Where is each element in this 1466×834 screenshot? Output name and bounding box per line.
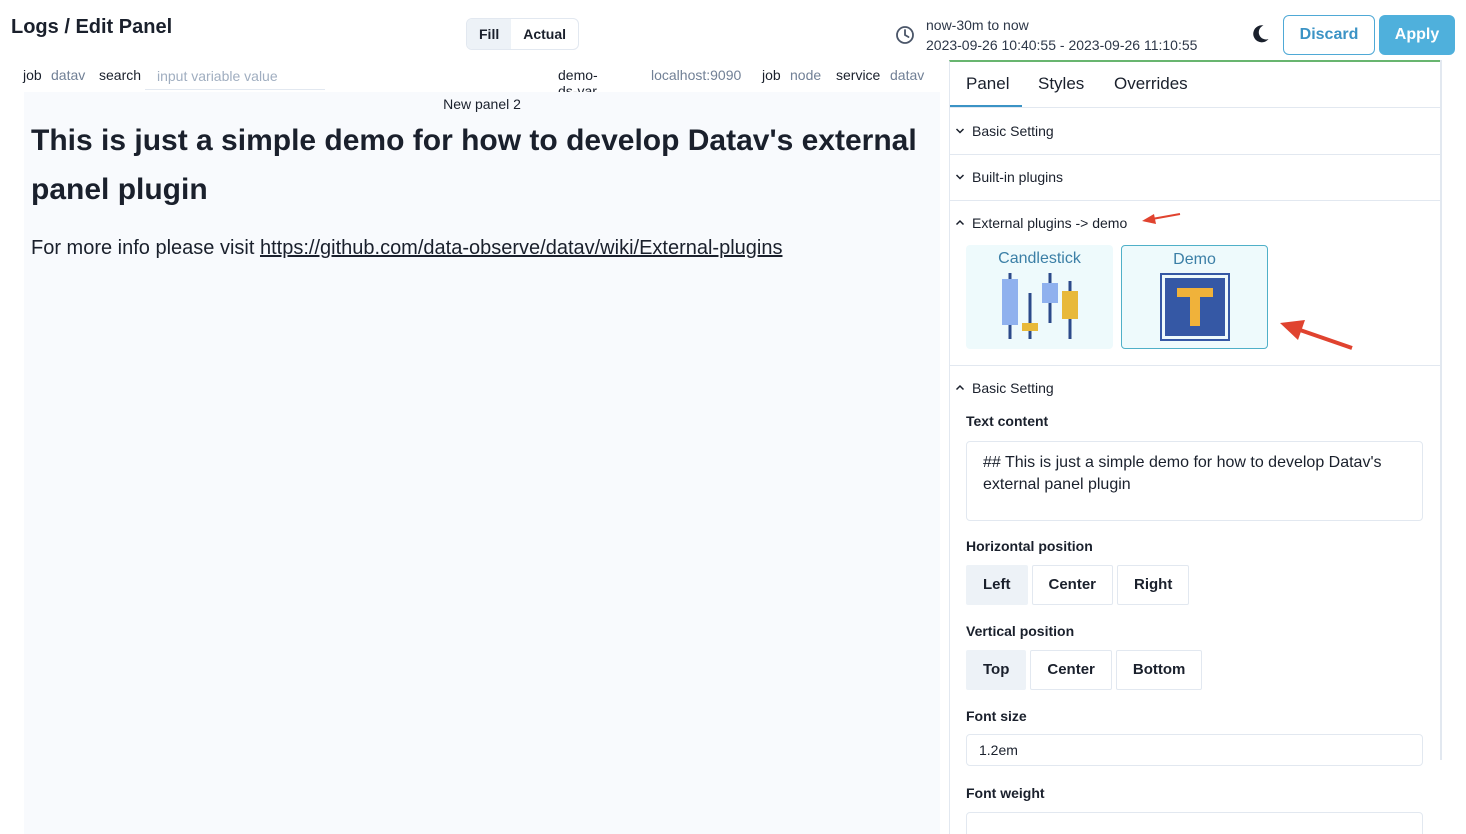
top-bar: Logs / Edit Panel Fill Actual now-30m to… (0, 0, 1466, 62)
horizontal-center-option[interactable]: Center (1031, 565, 1114, 605)
chevron-down-icon (955, 174, 965, 180)
external-plugins-link[interactable]: https://github.com/data-observe/datav/wi… (260, 237, 783, 259)
time-range-value: 2023-09-26 10:40:55 - 2023-09-26 11:10:5… (926, 37, 1198, 53)
active-tab-indicator (950, 105, 1022, 107)
time-range-label: now-30m to now (926, 17, 1029, 33)
search-variable-input[interactable] (145, 62, 325, 90)
moon-icon[interactable] (1249, 23, 1271, 45)
plugin-demo[interactable]: Demo (1121, 245, 1268, 349)
chevron-down-icon (955, 128, 965, 134)
panel-info-text: For more info please visit https://githu… (31, 237, 782, 260)
text-t-icon (1160, 273, 1230, 341)
vertical-center-option[interactable]: Center (1030, 650, 1112, 690)
text-content-textarea[interactable]: ## This is just a simple demo for how to… (966, 441, 1423, 521)
panel-preview: New panel 2 This is just a simple demo f… (24, 92, 940, 834)
plugin-label: Candlestick (998, 250, 1081, 267)
horizontal-left-option[interactable]: Left (966, 565, 1028, 605)
font-weight-input[interactable] (966, 812, 1423, 834)
panel-editor-sidebar: Panel Styles Overrides Basic Setting Bui… (949, 60, 1440, 834)
section-title: External plugins -> demo (972, 215, 1128, 231)
variable-name: job (23, 67, 42, 83)
vertical-position-group: Top Center Bottom (966, 650, 1203, 690)
tab-panel[interactable]: Panel (966, 74, 1009, 94)
candlestick-chart-icon (1002, 273, 1078, 339)
text-content-label: Text content (966, 413, 1049, 429)
variable-value-select[interactable]: node (790, 67, 821, 83)
section-title: Built-in plugins (972, 169, 1064, 185)
discard-button[interactable]: Discard (1283, 15, 1375, 55)
fill-mode-button[interactable]: Fill (467, 19, 512, 49)
apply-button[interactable]: Apply (1379, 15, 1455, 55)
actual-mode-button[interactable]: Actual (511, 19, 578, 49)
variable-name: job (762, 67, 781, 83)
variable-name: search (99, 67, 142, 83)
chevron-up-icon (955, 219, 965, 226)
horizontal-position-label: Horizontal position (966, 538, 1093, 554)
section-builtin-plugins[interactable]: Built-in plugins (950, 154, 1440, 200)
editor-tabs: Panel Styles Overrides (950, 62, 1440, 108)
horizontal-position-group: Left Center Right (966, 565, 1190, 605)
variable-value-select[interactable]: datav (890, 67, 924, 83)
horizontal-right-option[interactable]: Right (1117, 565, 1190, 605)
view-mode-toggle: Fill Actual (466, 18, 580, 50)
section-title: Basic Setting (972, 380, 1054, 396)
section-basic-setting-expanded[interactable]: Basic Setting (950, 365, 1440, 411)
font-size-input[interactable]: 1.2em (966, 734, 1423, 766)
font-size-label: Font size (966, 708, 1027, 724)
time-range-picker[interactable]: now-30m to now 2023-09-26 10:40:55 - 202… (926, 15, 1197, 55)
font-weight-label: Font weight (966, 785, 1045, 801)
plugin-label: Demo (1173, 251, 1216, 268)
section-basic-setting[interactable]: Basic Setting (950, 108, 1440, 154)
panel-heading: This is just a simple demo for how to de… (31, 124, 917, 206)
tab-styles[interactable]: Styles (1038, 74, 1084, 94)
tab-overrides[interactable]: Overrides (1114, 74, 1188, 94)
chevron-up-icon (955, 384, 965, 391)
section-title: Basic Setting (972, 123, 1054, 139)
vertical-bottom-option[interactable]: Bottom (1115, 650, 1203, 690)
page-title: Logs / Edit Panel (11, 16, 173, 38)
clock-icon[interactable] (895, 25, 915, 45)
variable-name: service (836, 67, 881, 83)
info-prefix: For more info please visit (31, 237, 260, 259)
variable-value-select[interactable]: datav (51, 67, 85, 83)
section-external-plugins[interactable]: External plugins -> demo (950, 200, 1440, 231)
variable-value-select[interactable]: localhost:9090 (651, 67, 741, 83)
sidebar-scrollbar[interactable] (1440, 60, 1442, 760)
panel-title[interactable]: New panel 2 (24, 96, 940, 112)
vertical-top-option[interactable]: Top (966, 650, 1027, 690)
plugin-candlestick[interactable]: Candlestick (966, 245, 1113, 349)
vertical-position-label: Vertical position (966, 623, 1075, 639)
